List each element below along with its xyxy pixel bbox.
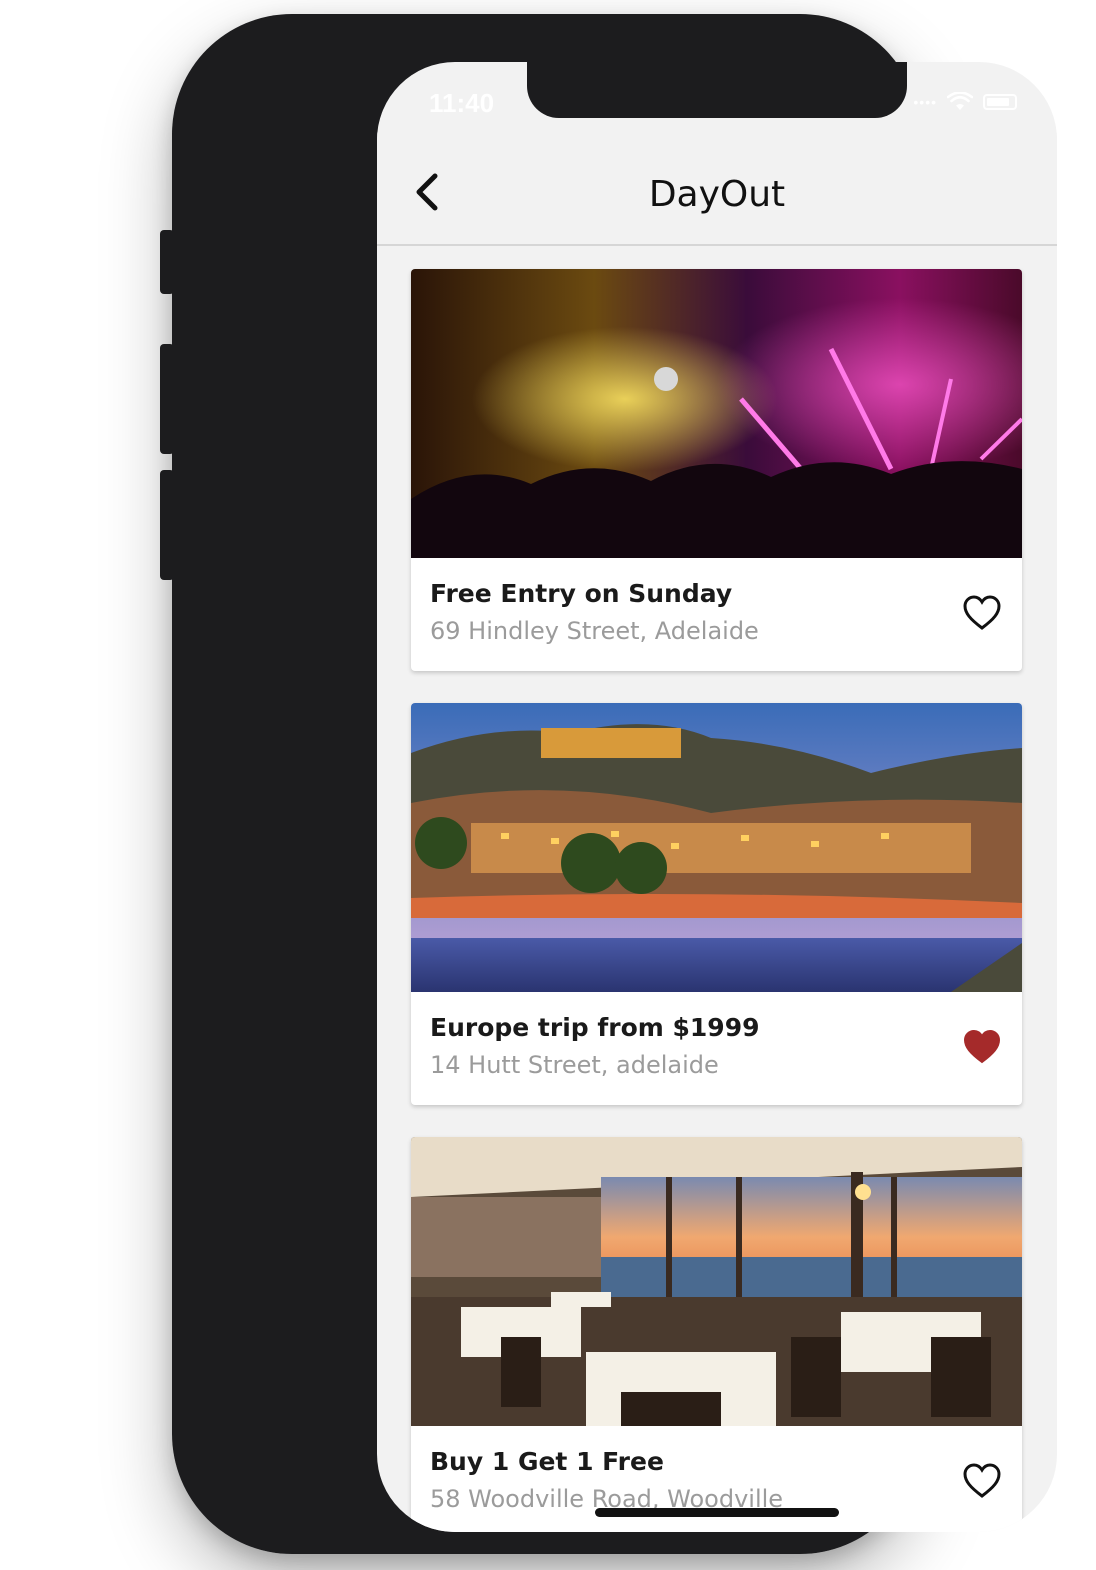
offer-title: Buy 1 Get 1 Free: [430, 1447, 664, 1476]
offer-title: Europe trip from $1999: [430, 1013, 760, 1042]
favorite-button[interactable]: [962, 1028, 1002, 1066]
heart-filled-icon: [963, 1029, 1001, 1064]
notch: [527, 62, 907, 118]
offer-address: 14 Hutt Street, adelaide: [430, 1051, 719, 1079]
offer-address: 69 Hindley Street, Adelaide: [430, 617, 759, 645]
signal-icon: ••••: [913, 94, 937, 110]
favorite-button[interactable]: [962, 594, 1002, 632]
offer-image-restaurant: [411, 1137, 1022, 1426]
offer-image-riverside-town: [411, 703, 1022, 992]
offer-image-nightclub: [411, 269, 1022, 558]
offer-title: Free Entry on Sunday: [430, 579, 733, 608]
page-title: DayOut: [648, 174, 786, 215]
battery-icon: [983, 94, 1017, 110]
heart-outline-icon: [963, 595, 1001, 630]
offer-card[interactable]: Europe trip from $1999 14 Hutt Street, a…: [411, 703, 1022, 1105]
navigation-bar: DayOut: [377, 132, 1057, 246]
heart-outline-icon: [963, 1463, 1001, 1498]
status-time: 11:40: [429, 88, 495, 118]
offer-card[interactable]: Free Entry on Sunday 69 Hindley Street, …: [411, 269, 1022, 671]
offer-card[interactable]: Buy 1 Get 1 Free 58 Woodville Road, Wood…: [411, 1137, 1022, 1532]
favorite-button[interactable]: [962, 1462, 1002, 1500]
status-icons: ••••: [913, 92, 1017, 112]
phone-screen: 11:40 •••• DayOut Free Entry on Sunday 6…: [377, 62, 1057, 1532]
home-indicator[interactable]: [595, 1508, 839, 1517]
wifi-icon: [947, 92, 973, 110]
phone-frame: 11:40 •••• DayOut Free Entry on Sunday 6…: [172, 14, 1057, 1554]
